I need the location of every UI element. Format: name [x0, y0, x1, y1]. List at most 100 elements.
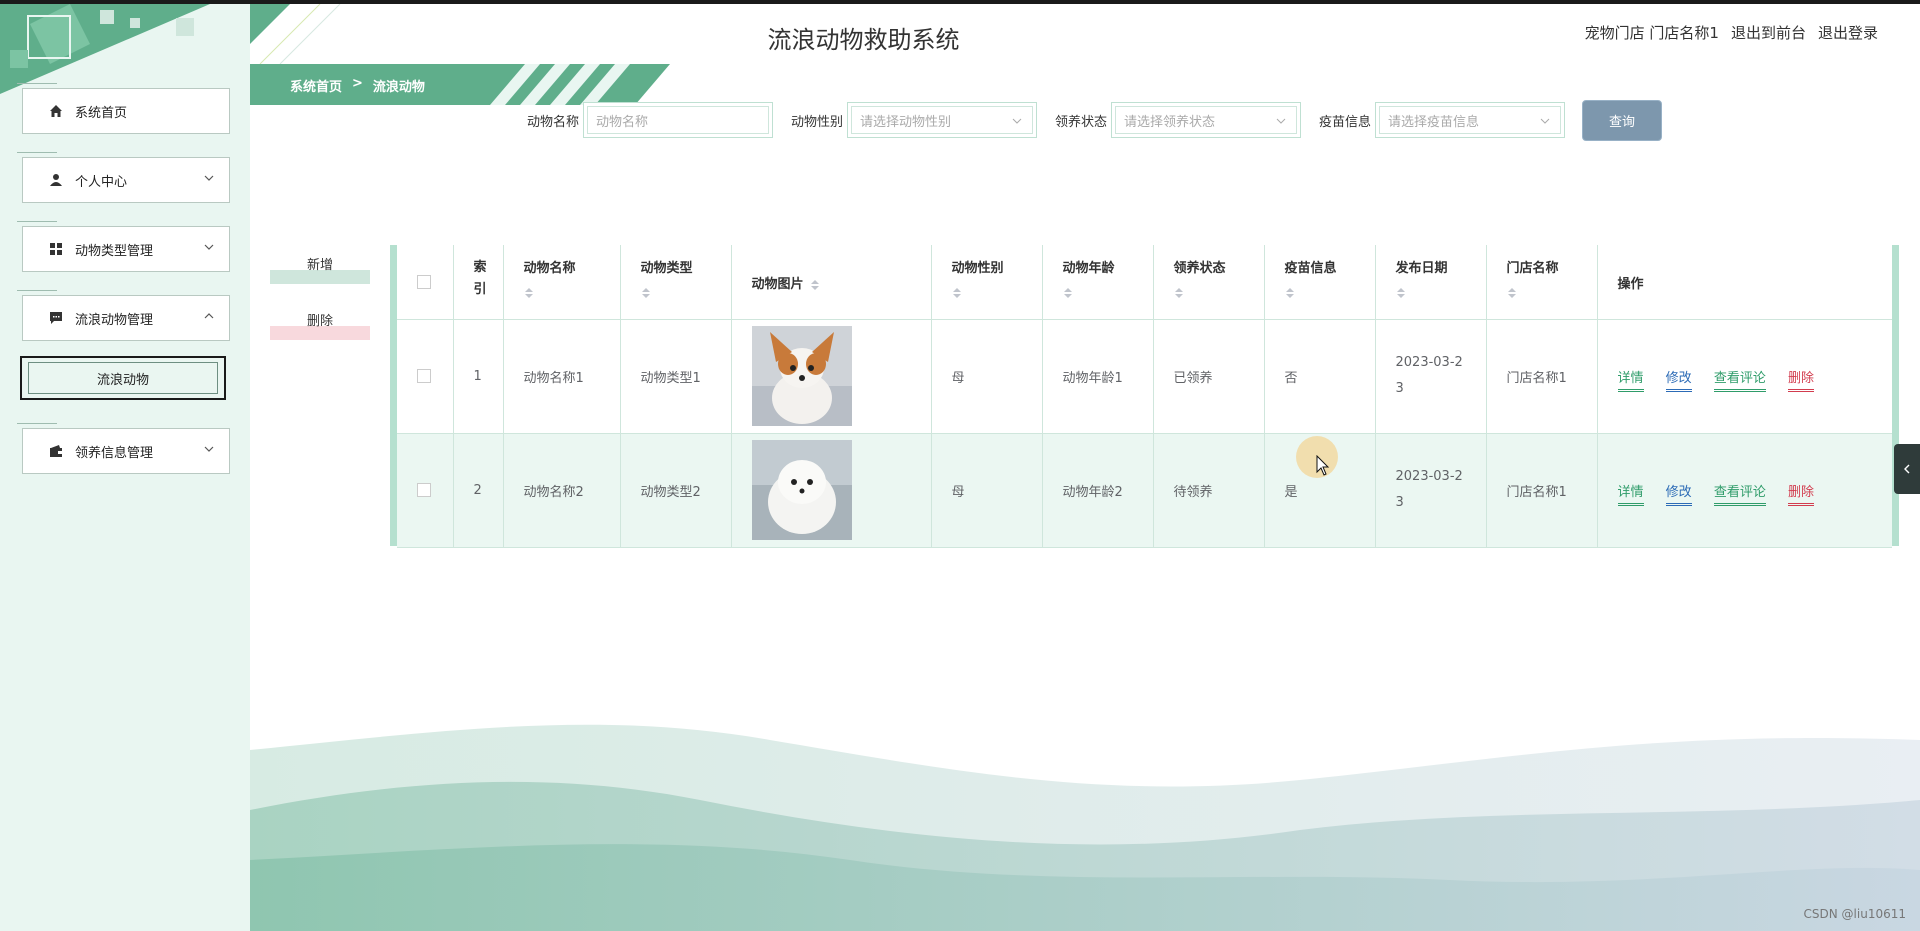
vaccine-select[interactable]: 请选择疫苗信息 — [1375, 102, 1566, 138]
cell-date: 2023-03-23 — [1375, 319, 1487, 434]
header-vaccine[interactable]: 疫苗信息 — [1264, 245, 1376, 320]
header-store-label: 门店名称 — [1506, 261, 1559, 276]
header-status[interactable]: 领养状态 — [1153, 245, 1265, 320]
wallet-icon — [47, 442, 65, 460]
search-gender-group: 动物性别 请选择动物性别 — [791, 100, 1038, 140]
sort-icon[interactable] — [1396, 286, 1406, 300]
cell-photo — [731, 433, 932, 548]
row-checkbox[interactable] — [417, 483, 431, 497]
cell-gender: 母 — [931, 433, 1043, 548]
table-row: 2 动物名称2 动物类型2 母 动物年龄2 待领养 是 2023-03-23 门… — [397, 433, 1892, 548]
cell-store: 门店名称1 — [1486, 319, 1598, 434]
page-title: 流浪动物救助系统 — [767, 26, 960, 54]
name-input[interactable]: 动物名称 — [583, 102, 774, 138]
store-link[interactable]: 宠物门店 门店名称1 — [1585, 22, 1719, 43]
header-store[interactable]: 门店名称 — [1486, 245, 1598, 320]
grid-icon — [47, 240, 65, 258]
cell-index: 1 — [453, 319, 504, 434]
detail-link[interactable]: 详情 — [1617, 484, 1644, 506]
sidebar-item-animal-type[interactable]: 动物类型管理 — [17, 221, 230, 272]
table-row: 1 动物名称1 动物类型1 母 动物年龄1 已领养 否 2023-03-23 门… — [397, 319, 1892, 434]
sidebar-item-profile[interactable]: 个人中心 — [17, 152, 230, 203]
edit-link[interactable]: 修改 — [1665, 370, 1692, 392]
cell-status: 待领养 — [1153, 433, 1265, 548]
delete-link[interactable]: 删除 — [1787, 484, 1814, 506]
side-panel-toggle[interactable] — [1894, 444, 1920, 494]
header-status-label: 领养状态 — [1173, 261, 1226, 276]
animal-photo[interactable] — [751, 326, 852, 426]
home-icon — [47, 102, 65, 120]
header-photo[interactable]: 动物图片 — [731, 245, 932, 320]
cell-ops: 详情 修改 查看评论 删除 — [1597, 433, 1892, 548]
breadcrumb-current: 流浪动物 — [372, 80, 425, 95]
sort-icon[interactable] — [1063, 286, 1073, 300]
message-icon — [47, 309, 65, 327]
header-name[interactable]: 动物名称 — [503, 245, 621, 320]
chevron-down-icon — [204, 244, 214, 250]
cell-index: 2 — [453, 433, 504, 548]
header-date-label: 发布日期 — [1395, 261, 1448, 276]
row-select-cell — [397, 433, 454, 548]
view-comments-link[interactable]: 查看评论 — [1713, 370, 1766, 392]
add-button-label: 新增 — [306, 258, 333, 273]
chevron-down-icon — [1540, 118, 1550, 124]
chevron-down-icon — [1012, 118, 1022, 124]
watermark: CSDN @liu10611 — [1803, 907, 1906, 921]
cell-gender: 母 — [931, 319, 1043, 434]
sidebar-decoration — [0, 4, 210, 94]
delete-link[interactable]: 删除 — [1787, 370, 1814, 392]
gender-select[interactable]: 请选择动物性别 — [847, 102, 1038, 138]
sort-icon[interactable] — [524, 286, 534, 300]
sort-icon[interactable] — [641, 286, 651, 300]
header-type[interactable]: 动物类型 — [620, 245, 732, 320]
logout-link[interactable]: 退出登录 — [1818, 22, 1878, 43]
sidebar-item-stray-animal[interactable]: 流浪动物管理 — [17, 290, 230, 341]
cell-store: 门店名称1 — [1486, 433, 1598, 548]
batch-delete-button[interactable]: 删除 — [270, 310, 370, 340]
delete-button-label: 删除 — [306, 314, 333, 329]
cell-date-text: 2023-03-23 — [1395, 355, 1463, 396]
header-index-label: 索引 — [473, 260, 487, 297]
edit-link[interactable]: 修改 — [1665, 484, 1692, 506]
status-label: 领养状态 — [1055, 114, 1108, 130]
sort-icon[interactable] — [1507, 286, 1517, 300]
cell-name: 动物名称1 — [503, 319, 621, 434]
detail-link[interactable]: 详情 — [1617, 370, 1644, 392]
cell-ops: 详情 修改 查看评论 删除 — [1597, 319, 1892, 434]
row-checkbox[interactable] — [417, 369, 431, 383]
sidebar-item-label: 领养信息管理 — [75, 445, 154, 461]
search-vaccine-group: 疫苗信息 请选择疫苗信息 — [1319, 100, 1566, 140]
sidebar-item-label: 流浪动物管理 — [75, 312, 154, 328]
sort-icon[interactable] — [1174, 286, 1184, 300]
view-comments-link[interactable]: 查看评论 — [1713, 484, 1766, 506]
sort-icon[interactable] — [810, 278, 820, 292]
sidebar-item-home[interactable]: 系统首页 — [17, 83, 230, 134]
header-gender[interactable]: 动物性别 — [931, 245, 1043, 320]
header-index: 索引 — [453, 245, 504, 320]
sidebar-subitem-stray-animal[interactable]: 流浪动物 — [20, 356, 226, 400]
cell-type: 动物类型2 — [620, 433, 732, 548]
add-button[interactable]: 新增 — [270, 254, 370, 284]
header-vaccine-label: 疫苗信息 — [1284, 261, 1337, 276]
breadcrumb-home[interactable]: 系统首页 — [290, 76, 342, 95]
mouse-cursor-icon — [1316, 455, 1330, 476]
status-select[interactable]: 请选择领养状态 — [1111, 102, 1302, 138]
animal-photo[interactable] — [751, 440, 852, 540]
header-date[interactable]: 发布日期 — [1375, 245, 1487, 320]
sort-icon[interactable] — [1285, 286, 1295, 300]
query-button[interactable]: 查询 — [1582, 100, 1662, 141]
vaccine-select-placeholder: 请选择疫苗信息 — [1388, 114, 1480, 130]
sidebar-item-adoption[interactable]: 领养信息管理 — [17, 423, 230, 474]
sort-icon[interactable] — [952, 286, 962, 300]
data-table: 索引 动物名称 动物类型 动物图片 动物性别 动物年龄 领养状态 疫苗信息 发布… — [390, 245, 1899, 548]
back-to-front-link[interactable]: 退出到前台 — [1731, 22, 1806, 43]
cell-type: 动物类型1 — [620, 319, 732, 434]
row-select-cell — [397, 319, 454, 434]
header-age[interactable]: 动物年龄 — [1042, 245, 1154, 320]
breadcrumb: 系统首页 > 流浪动物 — [250, 64, 670, 105]
breadcrumb-separator: > — [352, 76, 363, 91]
select-all-checkbox[interactable] — [417, 275, 431, 289]
search-status-group: 领养状态 请选择领养状态 — [1055, 100, 1302, 140]
chevron-up-icon — [204, 313, 214, 319]
cell-name: 动物名称2 — [503, 433, 621, 548]
